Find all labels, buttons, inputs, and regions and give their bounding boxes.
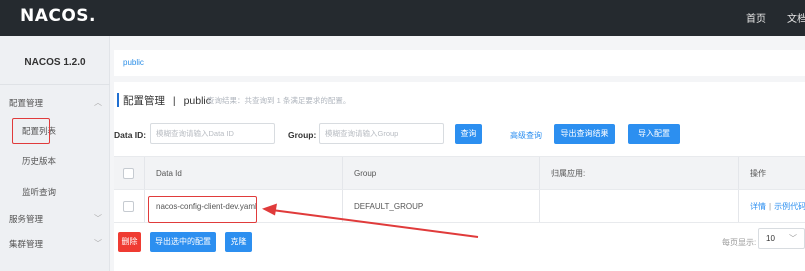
export-results-button[interactable]: 导出查询结果 [554,124,615,144]
sidebar-divider [0,84,110,85]
cell-actions: 详情 | 示例代码 [750,190,805,222]
sidebar-group-service-management[interactable]: 服务管理 ﹀ [0,208,110,230]
sample-code-link[interactable]: 示例代码 [774,201,805,212]
column-header-data-id: Data Id [156,168,182,178]
cell-group: DEFAULT_GROUP [354,201,424,211]
row-checkbox[interactable] [123,190,134,222]
top-navigation-bar: NACOS. 首页 文档 [0,0,805,36]
column-divider [342,190,343,222]
clone-button[interactable]: 克隆 [225,232,252,252]
sidebar-item-history[interactable]: 历史版本 [0,150,110,172]
column-header-app: 归属应用: [551,168,586,178]
table-header: Data Id Group 归属应用: 操作 [114,156,805,190]
column-header-actions: 操作 [750,168,766,178]
annotation-box-config-list [12,118,50,144]
data-id-label: Data ID: [114,130,147,140]
group-input[interactable] [319,123,444,144]
sidebar-item-label: 集群管理 [9,239,44,249]
column-divider [738,157,739,189]
chevron-down-icon: ﹀ [94,214,102,223]
column-divider [539,190,540,222]
annotation-box-data-id [148,196,257,223]
export-selected-button[interactable]: 导出选中的配置 [150,232,216,252]
sidebar-item-label: 服务管理 [9,214,44,224]
sidebar-item-label: 配置管理 [9,98,44,108]
namespace-tab-public[interactable]: public [123,58,144,67]
config-list-panel: 配置管理 | public 查询结果：共查询到 1 条满足要求的配置。 Data… [114,82,805,271]
action-separator: | [769,201,772,211]
chevron-down-icon: ﹀ [789,234,797,243]
advanced-query-link[interactable]: 高级查询 [510,130,542,141]
group-label: Group: [288,130,317,140]
data-id-input[interactable] [150,123,275,144]
select-all-checkbox[interactable] [123,157,134,189]
column-divider [144,190,145,222]
sidebar-item-label: 历史版本 [22,156,57,166]
title-accent-bar [117,93,119,107]
namespace-bar: public [114,50,805,76]
column-divider [144,157,145,189]
page-title: 配置管理 | public [123,95,212,107]
sidebar-group-cluster-management[interactable]: 集群管理 ﹀ [0,233,110,255]
checkbox-icon [123,200,134,212]
checkbox-icon [123,167,134,179]
chevron-up-icon: ︿ [94,98,102,107]
query-result-hint: 查询结果：共查询到 1 条满足要求的配置。 [207,96,351,105]
chevron-down-icon: ﹀ [94,239,102,248]
page-size-select[interactable]: 10 ﹀ [758,228,805,249]
version-label: NACOS 1.2.0 [24,57,86,68]
page-size-value: 10 [766,234,775,243]
nav-home[interactable]: 首页 [746,10,766,25]
column-divider [342,157,343,189]
nacos-logo[interactable]: NACOS. [20,6,96,26]
sidebar-item-label: 监听查询 [22,187,57,197]
page-size-label: 每页显示: [722,238,757,247]
column-divider [738,190,739,222]
import-config-button[interactable]: 导入配置 [628,124,680,144]
column-divider [539,157,540,189]
query-button[interactable]: 查询 [455,124,482,144]
delete-button[interactable]: 删除 [118,232,141,252]
sidebar-item-listener-query[interactable]: 监听查询 [0,181,110,203]
details-link[interactable]: 详情 [750,201,766,212]
column-header-group: Group [354,168,377,178]
nav-docs[interactable]: 文档 [787,10,805,25]
sidebar-group-config-management[interactable]: 配置管理 ︿ [0,92,110,114]
sidebar: NACOS 1.2.0 配置管理 ︿ 配置列表 历史版本 监听查询 服务管理 ﹀… [0,36,110,271]
